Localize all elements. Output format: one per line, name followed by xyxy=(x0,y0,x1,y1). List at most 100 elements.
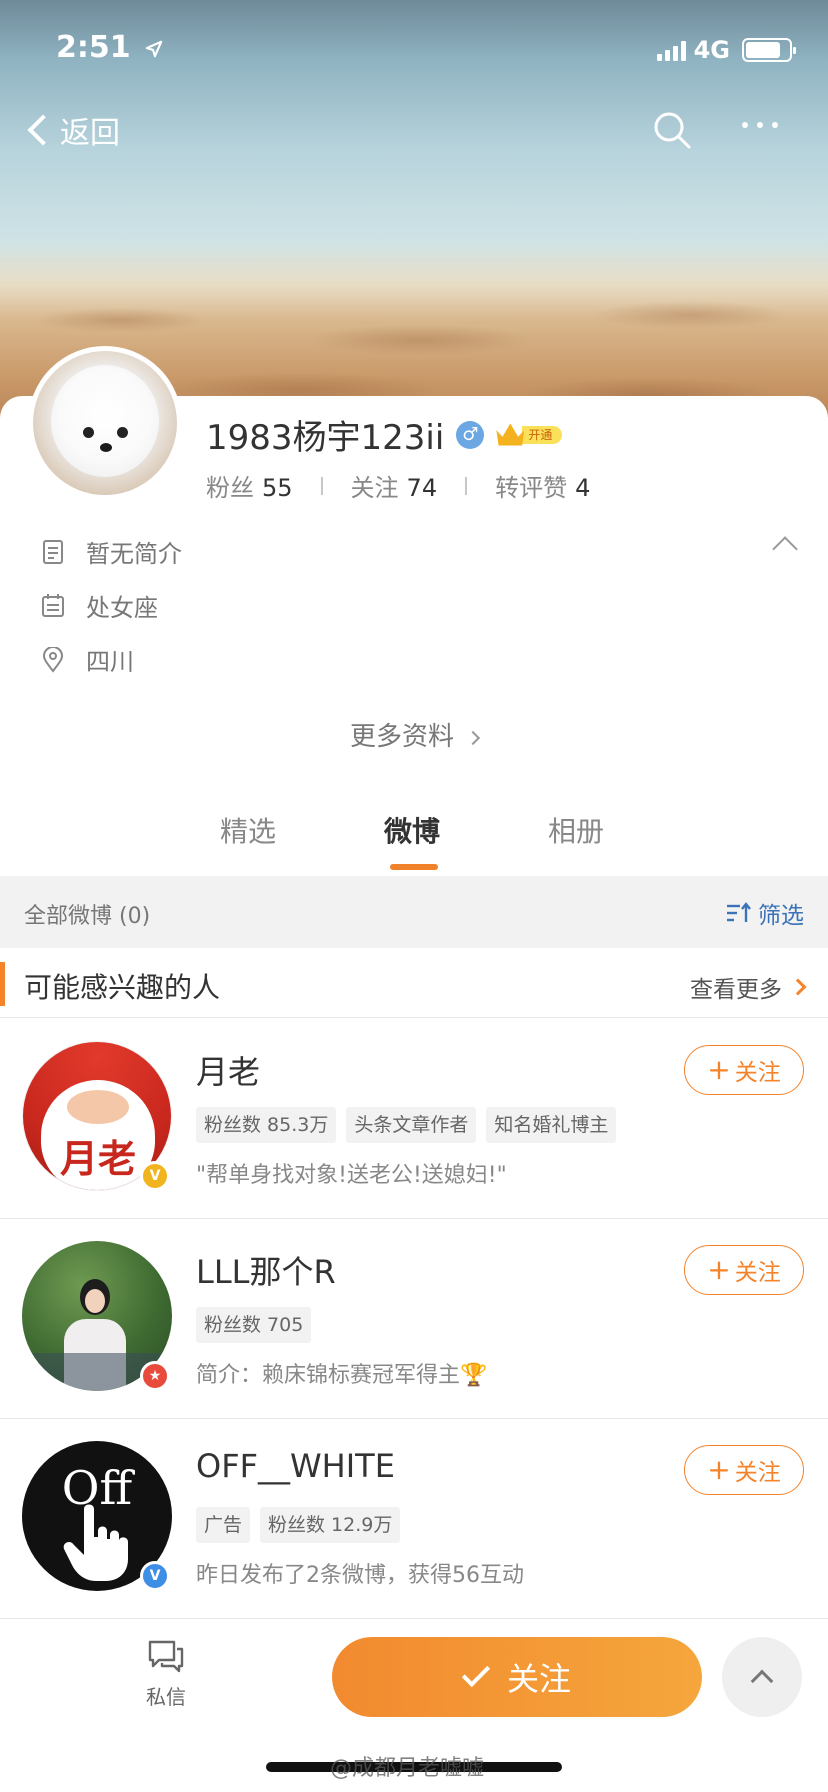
vip-badge[interactable]: 开通 xyxy=(496,423,563,446)
zodiac-row: 处女座 xyxy=(40,588,158,623)
follow-button[interactable]: + 关注 xyxy=(684,1245,804,1295)
plus-icon: + xyxy=(707,1453,731,1486)
zodiac-text: 处女座 xyxy=(86,594,158,622)
chevron-right-icon xyxy=(465,730,481,745)
pointing-hand-icon xyxy=(63,1504,129,1581)
user-name[interactable]: 月老 xyxy=(196,1047,260,1093)
back-label: 返回 xyxy=(60,116,120,151)
user-tag: 知名婚礼博主 xyxy=(486,1107,617,1143)
status-bar: 2:51 4G xyxy=(0,0,828,96)
location-text: 四川 xyxy=(86,648,134,676)
location-row: 四川 xyxy=(40,642,134,677)
direct-message-button[interactable]: 私信 xyxy=(136,1639,196,1710)
location-arrow-icon xyxy=(145,40,163,57)
profile-avatar[interactable] xyxy=(28,346,182,500)
suggested-user-card[interactable]: 月老 V 月老 粉丝数 85.3万 头条文章作者 知名婚礼博主 "帮单身找对象!… xyxy=(0,1019,828,1219)
plus-icon: + xyxy=(707,1053,731,1086)
follow-label: 关注 xyxy=(734,1460,781,1486)
feed-filter-bar: 全部微博 (0) 筛选 xyxy=(0,876,828,948)
tab-album[interactable]: 相册 xyxy=(548,810,604,850)
stat-value: 74 xyxy=(406,474,438,502)
chevron-up-icon xyxy=(750,1669,774,1693)
bio-text: 暂无简介 xyxy=(86,540,182,568)
vip-label: 开通 xyxy=(522,425,563,444)
user-name[interactable]: OFF__WHITE xyxy=(196,1447,395,1485)
network-type: 4G xyxy=(693,36,730,64)
signal-icon xyxy=(656,39,686,61)
document-icon xyxy=(43,539,63,564)
user-tags: 粉丝数 85.3万 头条文章作者 知名婚礼博主 xyxy=(196,1107,617,1143)
stat-label: 转评赞 xyxy=(495,474,568,502)
main-follow-button[interactable]: 关注 xyxy=(332,1637,702,1717)
scroll-top-button[interactable] xyxy=(722,1637,802,1717)
suggestions-header: 可能感兴趣的人 查看更多 xyxy=(0,950,828,1018)
status-indicators: 4G xyxy=(656,36,796,64)
bio-row: 暂无简介 xyxy=(40,534,182,569)
chevron-left-icon xyxy=(27,114,59,146)
user-tag: 粉丝数 12.9万 xyxy=(260,1507,401,1543)
user-tag: 头条文章作者 xyxy=(346,1107,477,1143)
suggested-user-card[interactable]: Off V OFF__WHITE 广告 粉丝数 12.9万 昨日发布了2条微博，… xyxy=(0,1419,828,1619)
see-more-link[interactable]: 查看更多 xyxy=(690,970,807,1004)
tab-weibo[interactable]: 微博 xyxy=(384,810,440,850)
stat-divider xyxy=(465,476,468,495)
more-info-label: 更多资料 xyxy=(349,722,454,752)
more-options-icon[interactable] xyxy=(742,122,778,128)
user-tag: 粉丝数 705 xyxy=(196,1307,312,1343)
verified-yellow-icon: V xyxy=(140,1161,170,1191)
filter-sort-icon xyxy=(727,902,751,922)
star-badge-icon: ★ xyxy=(140,1361,170,1391)
male-gender-icon: ♂ xyxy=(456,420,485,449)
follow-label: 关注 xyxy=(734,1260,781,1286)
stat-following[interactable]: 关注 74 xyxy=(351,468,438,503)
status-time: 2:51 xyxy=(56,30,163,65)
calendar-icon xyxy=(42,593,64,617)
user-description: "帮单身找对象!送老公!送媳妇!" xyxy=(196,1163,507,1188)
chat-bubbles-icon xyxy=(148,1640,184,1673)
stat-label: 粉丝 xyxy=(206,474,254,502)
pomeranian-avatar-image xyxy=(51,365,159,477)
profile-stats: 粉丝 55 关注 74 转评赞 4 xyxy=(206,468,590,503)
see-more-label: 查看更多 xyxy=(690,977,782,1003)
top-navigation: 返回 xyxy=(0,100,828,164)
follow-button[interactable]: + 关注 xyxy=(684,1045,804,1095)
battery-icon xyxy=(742,38,796,62)
stat-value: 4 xyxy=(575,474,591,502)
chevron-right-icon xyxy=(789,978,807,996)
location-pin-icon xyxy=(42,646,64,673)
user-tag: 粉丝数 85.3万 xyxy=(196,1107,337,1143)
suggestions-title: 可能感兴趣的人 xyxy=(24,971,221,1004)
search-icon[interactable] xyxy=(652,110,692,150)
more-info-link[interactable]: 更多资料 xyxy=(0,716,828,753)
checkmark-icon xyxy=(461,1658,491,1688)
back-button[interactable]: 返回 xyxy=(20,108,120,152)
user-name[interactable]: LLL那个R xyxy=(196,1247,336,1293)
stat-value: 55 xyxy=(262,474,293,502)
filter-button[interactable]: 筛选 xyxy=(726,896,804,930)
stat-interactions[interactable]: 转评赞 4 xyxy=(495,468,590,503)
filter-label: 筛选 xyxy=(758,903,804,929)
username-text: 1983杨宇123ii xyxy=(206,418,445,458)
section-accent-bar xyxy=(0,962,5,1006)
dm-label: 私信 xyxy=(146,1685,186,1709)
status-time-text: 2:51 xyxy=(56,30,131,65)
stat-label: 关注 xyxy=(350,474,399,502)
tab-featured[interactable]: 精选 xyxy=(220,810,276,850)
crown-icon xyxy=(496,423,525,446)
user-description: 简介：赖床锦标赛冠军得主🏆 xyxy=(196,1363,488,1388)
suggested-user-card[interactable]: ★ LLL那个R 粉丝数 705 简介：赖床锦标赛冠军得主🏆 + 关注 xyxy=(0,1219,828,1419)
stat-fans[interactable]: 粉丝 55 xyxy=(206,468,293,503)
user-description: 昨日发布了2条微博，获得56互动 xyxy=(196,1563,524,1588)
profile-username: 1983杨宇123ii ♂ 开通 xyxy=(206,410,563,459)
active-tab-indicator xyxy=(390,864,438,870)
user-tags: 广告 粉丝数 12.9万 xyxy=(196,1507,401,1543)
ad-tag: 广告 xyxy=(196,1507,251,1543)
main-follow-label: 关注 xyxy=(506,1660,571,1698)
plus-icon: + xyxy=(707,1253,731,1286)
watermark-text: @成都月老嘘嘘 xyxy=(330,1756,485,1781)
follow-label: 关注 xyxy=(734,1060,781,1086)
verified-blue-icon: V xyxy=(140,1561,170,1591)
follow-button[interactable]: + 关注 xyxy=(684,1445,804,1495)
all-posts-count: 全部微博 (0) xyxy=(24,904,151,929)
user-tags: 粉丝数 705 xyxy=(196,1307,312,1343)
